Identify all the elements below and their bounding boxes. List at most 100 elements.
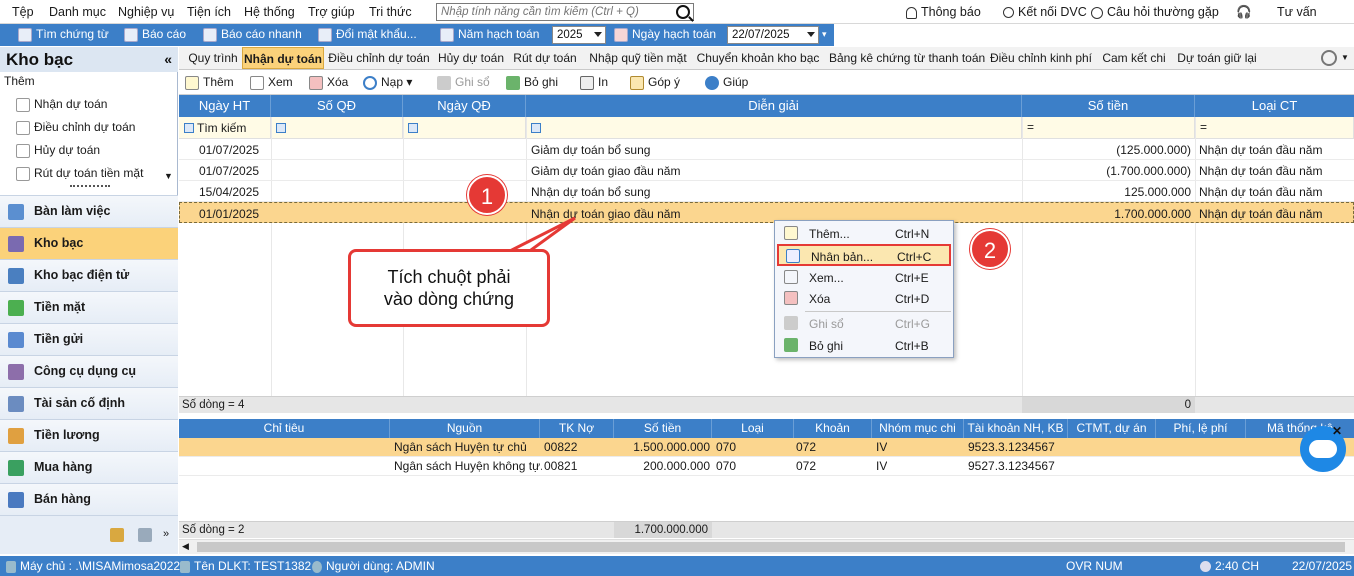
filter-voucher-type[interactable]: =: [1195, 117, 1354, 139]
more-icon[interactable]: »: [163, 528, 169, 540]
tab-payment-list[interactable]: Bảng kê chứng từ thanh toán: [829, 47, 985, 69]
scrollbar-thumb[interactable]: [197, 542, 1345, 552]
posting-date-select[interactable]: 22/07/2025: [727, 26, 819, 44]
filter-decision-no[interactable]: [271, 117, 403, 139]
tab-process[interactable]: Quy trình: [183, 47, 243, 69]
menu-item-post[interactable]: Ghi sổ Ctrl+G: [777, 313, 951, 334]
nav-treasury[interactable]: Kho bạc: [0, 227, 178, 259]
filter-amount[interactable]: =: [1022, 117, 1195, 139]
table-row[interactable]: 01/07/2025 Giảm dự toán bổ sung (125.000…: [179, 139, 1354, 160]
change-password-button[interactable]: Đổi mật khẩu...: [318, 27, 417, 42]
menu-help[interactable]: Trợ giúp: [308, 5, 355, 19]
tab-adjust-estimate[interactable]: Điều chỉnh dự toán: [327, 47, 431, 69]
table-row[interactable]: 15/04/2025 Nhận dự toán bổ sung 125.000.…: [179, 181, 1354, 202]
filter-icon[interactable]: [276, 123, 286, 133]
overflow-icon[interactable]: ▾: [822, 29, 827, 40]
dcol-debit-account[interactable]: TK Nợ: [540, 419, 614, 438]
headset-icon[interactable]: 🎧: [1236, 5, 1252, 20]
table-row[interactable]: 01/07/2025 Giảm dự toán giao đầu năm (1.…: [179, 160, 1354, 181]
filter-icon[interactable]: [184, 123, 194, 133]
table-row-selected[interactable]: 01/01/2025 Nhận dự toán giao đầu năm 1.7…: [179, 202, 1354, 223]
sub-cancel-estimate[interactable]: Hủy dự toán: [16, 143, 100, 158]
nav-e-treasury[interactable]: Kho bạc điện tử: [0, 259, 178, 291]
menu-item-unpost[interactable]: Bỏ ghi Ctrl+B: [777, 335, 951, 356]
close-icon[interactable]: ✕: [1332, 424, 1342, 438]
filter-decision-date[interactable]: [403, 117, 526, 139]
edit-icon[interactable]: [138, 528, 152, 542]
search-icon[interactable]: [676, 5, 690, 19]
horizontal-scrollbar[interactable]: ◀: [179, 539, 1354, 554]
dcol-bank-account[interactable]: Tài khoản NH, KB: [964, 419, 1068, 438]
dcol-type[interactable]: Loại: [712, 419, 794, 438]
post-button[interactable]: Ghi sổ: [437, 75, 490, 90]
filter-description[interactable]: [526, 117, 1022, 139]
report-button[interactable]: Báo cáo: [124, 27, 186, 42]
col-voucher-type[interactable]: Loại CT: [1195, 95, 1354, 117]
tab-receive-estimate[interactable]: Nhận dự toán: [242, 47, 324, 69]
load-button[interactable]: Nạp ▾: [363, 75, 412, 90]
faq-link[interactable]: Câu hỏi thường gặp: [1091, 5, 1219, 19]
menu-utilities[interactable]: Tiện ích: [187, 5, 231, 19]
nav-purchase[interactable]: Mua hàng: [0, 451, 178, 483]
consult-link[interactable]: Tư vấn: [1277, 5, 1317, 19]
col-decision-no[interactable]: Số QĐ: [271, 95, 403, 117]
dcol-criterion[interactable]: Chỉ tiêu: [179, 419, 390, 438]
filter-posting-date[interactable]: Tìm kiếm: [179, 117, 271, 139]
find-voucher-button[interactable]: Tìm chứng từ: [18, 27, 109, 42]
tab-treasury-transfer[interactable]: Chuyển khoản kho bạc: [694, 47, 822, 69]
equals-icon[interactable]: =: [1200, 120, 1207, 134]
nav-tools[interactable]: Công cụ dụng cụ: [0, 355, 178, 387]
feedback-button[interactable]: Góp ý: [630, 75, 680, 90]
gear-icon[interactable]: [1321, 50, 1337, 66]
feature-search[interactable]: [436, 3, 694, 21]
menu-item-view[interactable]: Xem... Ctrl+E: [777, 267, 951, 288]
dcol-amount[interactable]: Số tiền: [614, 419, 712, 438]
col-amount[interactable]: Số tiền: [1022, 95, 1195, 117]
col-description[interactable]: Diễn giải: [526, 95, 1022, 117]
nav-sales[interactable]: Bán hàng: [0, 483, 178, 515]
add-button[interactable]: Thêm: [185, 75, 234, 90]
scroll-left-icon[interactable]: ◀: [182, 541, 189, 552]
nav-deposit[interactable]: Tiền gửi: [0, 323, 178, 355]
nav-fixed-assets[interactable]: Tài sản cố định: [0, 387, 178, 419]
filter-icon[interactable]: [408, 123, 418, 133]
tab-cancel-estimate[interactable]: Hủy dự toán: [435, 47, 507, 69]
equals-icon[interactable]: =: [1027, 120, 1034, 134]
tab-retained-estimate[interactable]: Dự toán giữ lại: [1175, 47, 1259, 69]
tab-withdraw-estimate[interactable]: Rút dự toán: [511, 47, 579, 69]
menu-item-duplicate[interactable]: Nhân bản... Ctrl+C: [777, 244, 951, 266]
collapse-icon[interactable]: «: [164, 51, 172, 67]
help-button[interactable]: Giúp: [705, 75, 748, 90]
dcol-item[interactable]: Khoản: [794, 419, 872, 438]
tab-cash-deposit[interactable]: Nhập quỹ tiền mặt: [586, 47, 690, 69]
tab-commitment[interactable]: Cam kết chi: [1100, 47, 1168, 69]
dcol-expense-group[interactable]: Nhóm mục chi: [872, 419, 964, 438]
col-posting-date[interactable]: Ngày HT: [179, 95, 271, 117]
dcol-source[interactable]: Nguồn: [390, 419, 540, 438]
detail-row[interactable]: Ngân sách Huyện không tự... 00821 200.00…: [179, 457, 1354, 476]
chevron-down-icon[interactable]: ▼: [1341, 53, 1349, 62]
dcol-fee[interactable]: Phí, lệ phí: [1156, 419, 1246, 438]
splitter-handle[interactable]: [70, 185, 110, 188]
view-button[interactable]: Xem: [250, 75, 293, 90]
sub-receive-estimate[interactable]: Nhận dự toán: [16, 97, 107, 112]
briefcase-icon[interactable]: [110, 528, 124, 542]
delete-button[interactable]: Xóa: [309, 75, 348, 90]
menu-business[interactable]: Nghiệp vụ: [118, 5, 174, 19]
menu-item-add[interactable]: Thêm... Ctrl+N: [777, 223, 951, 244]
detail-row-selected[interactable]: Ngân sách Huyện tự chủ 00822 1.500.000.0…: [179, 438, 1354, 457]
print-button[interactable]: In: [580, 75, 608, 90]
sub-adjust-estimate[interactable]: Điều chỉnh dự toán: [16, 120, 135, 135]
nav-desk[interactable]: Bàn làm việc: [0, 195, 178, 227]
menu-system[interactable]: Hệ thống: [244, 5, 295, 19]
nav-salary[interactable]: Tiền lương: [0, 419, 178, 451]
menu-catalog[interactable]: Danh mục: [49, 5, 106, 19]
tab-adjust-funding[interactable]: Điều chỉnh kinh phí: [989, 47, 1093, 69]
menu-item-delete[interactable]: Xóa Ctrl+D: [777, 288, 951, 309]
quick-report-button[interactable]: Báo cáo nhanh: [203, 27, 302, 42]
col-decision-date[interactable]: Ngày QĐ: [403, 95, 526, 117]
nav-cash[interactable]: Tiền mặt: [0, 291, 178, 323]
notification-link[interactable]: Thông báo: [906, 5, 981, 19]
scroll-down-icon[interactable]: ▼: [164, 171, 173, 181]
search-input[interactable]: [437, 4, 667, 20]
